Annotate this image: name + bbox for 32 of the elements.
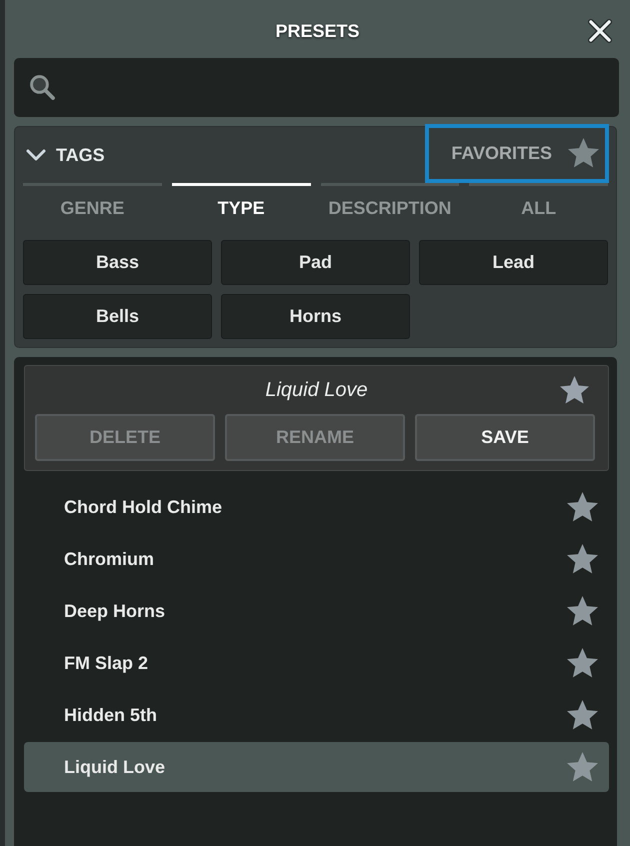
preset-list-item[interactable]: FM Slap 2 <box>24 638 609 688</box>
star-icon <box>568 138 599 168</box>
star-icon[interactable] <box>560 376 589 404</box>
tab[interactable]: TYPE <box>172 183 310 230</box>
tab[interactable]: ALL <box>469 183 608 230</box>
star-icon[interactable] <box>567 700 598 730</box>
tag-button[interactable]: Pad <box>221 240 410 285</box>
tag-button[interactable]: Lead <box>419 240 608 285</box>
preset-list-item[interactable]: Chromium <box>24 534 609 584</box>
preset-action-button[interactable]: SAVE <box>415 414 595 461</box>
star-icon[interactable] <box>567 596 598 626</box>
star-icon[interactable] <box>567 492 598 522</box>
star-icon[interactable] <box>567 752 598 782</box>
preset-list-item[interactable]: Chord Hold Chime <box>24 482 609 532</box>
tag-button[interactable]: Bass <box>23 240 212 285</box>
window-title: PRESETS <box>275 20 360 42</box>
tab[interactable]: DESCRIPTION <box>320 183 460 230</box>
tag-button[interactable]: Horns <box>221 294 410 339</box>
preset-name: Liquid Love <box>265 378 368 402</box>
close-icon <box>588 19 612 43</box>
tag-button[interactable]: Bells <box>23 294 212 339</box>
favorites-button[interactable]: FAVORITES <box>425 124 609 182</box>
search-field[interactable] <box>14 58 619 117</box>
tab[interactable]: GENRE <box>23 183 162 230</box>
preset-list-item[interactable]: Liquid Love <box>24 742 609 792</box>
search-icon <box>30 75 55 100</box>
close-button[interactable] <box>588 19 612 43</box>
preset-list-item[interactable]: Hidden 5th <box>24 690 609 740</box>
tags-toggle[interactable]: TAGS <box>23 144 105 166</box>
star-icon[interactable] <box>567 544 598 574</box>
preset-list-item[interactable]: Deep Horns <box>24 586 609 636</box>
star-icon[interactable] <box>567 648 598 678</box>
